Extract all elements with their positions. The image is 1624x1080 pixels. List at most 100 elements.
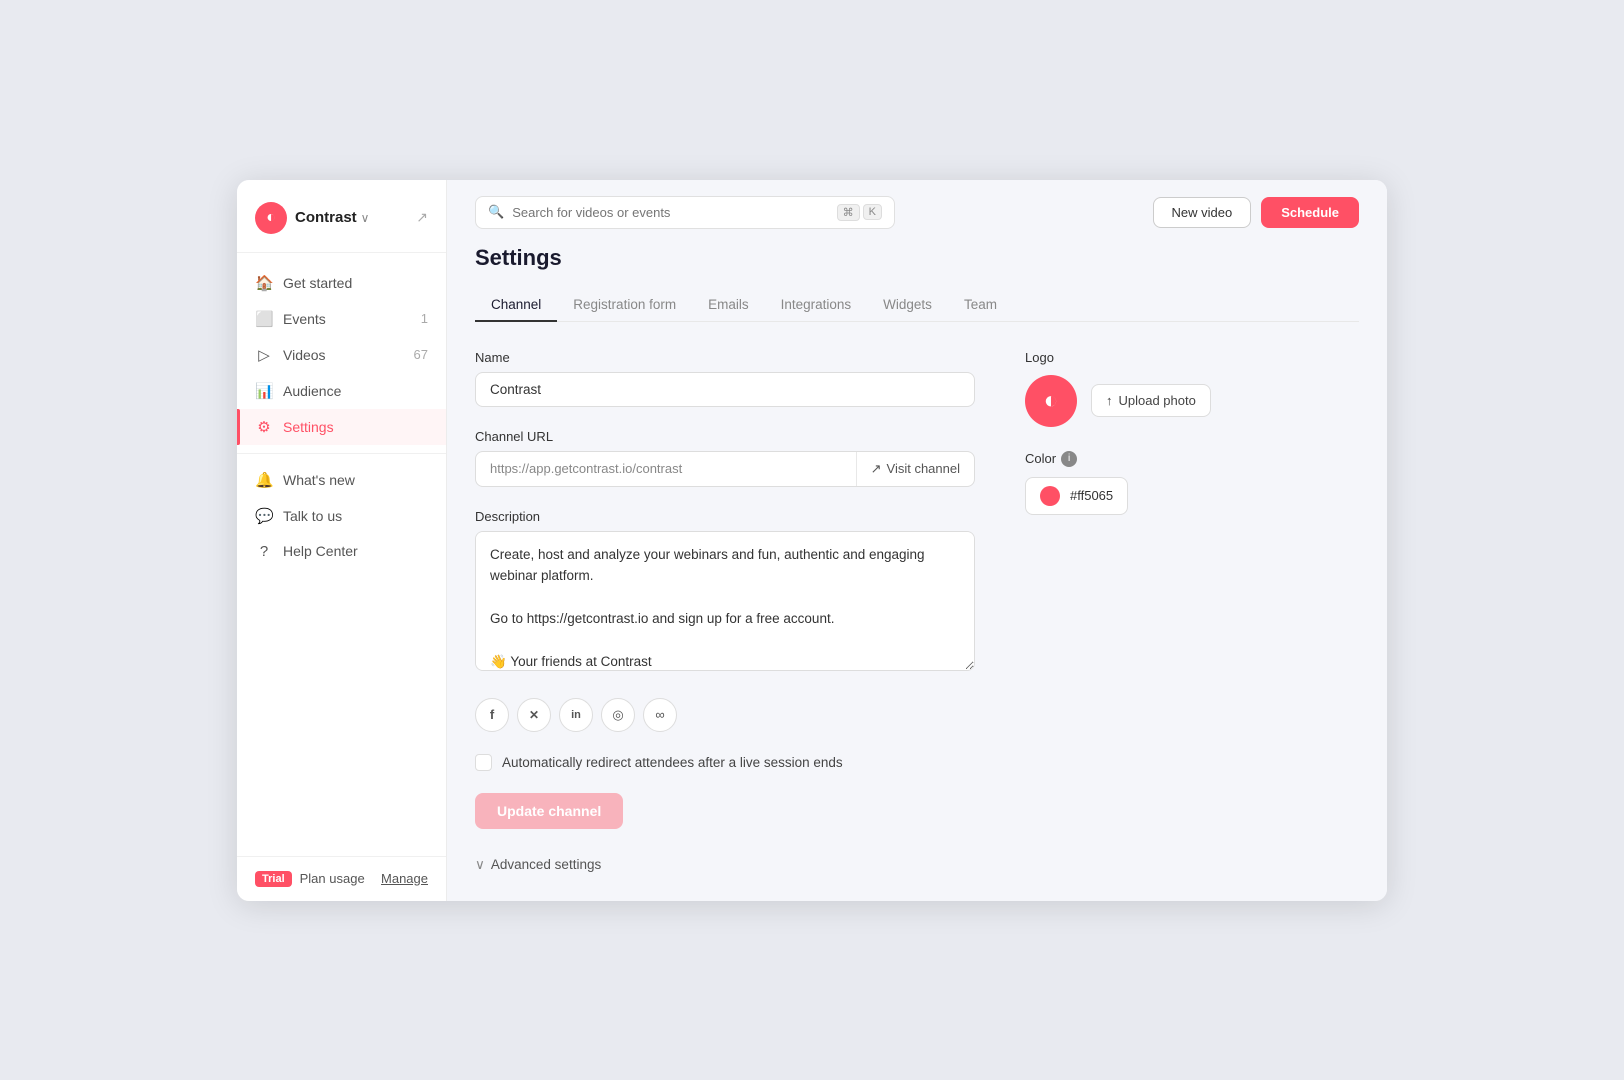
- sidebar-item-settings[interactable]: ⚙ Settings: [237, 409, 446, 445]
- facebook-social-button[interactable]: f: [475, 698, 509, 732]
- chevron-down-icon: ∨: [475, 857, 485, 873]
- social-icons-row: f ✕ in ◎ ∞: [475, 698, 975, 732]
- twitter-x-icon: ✕: [529, 708, 539, 722]
- tab-integrations[interactable]: Integrations: [765, 289, 868, 322]
- redirect-label: Automatically redirect attendees after a…: [502, 755, 843, 770]
- sidebar-item-videos[interactable]: ▷ Videos 67: [237, 337, 446, 373]
- events-icon: ⬜: [255, 310, 273, 328]
- name-form-group: Name: [475, 350, 975, 407]
- sidebar-item-label: Talk to us: [283, 508, 342, 524]
- channel-url-input[interactable]: [476, 452, 856, 485]
- sidebar-item-events[interactable]: ⬜ Events 1: [237, 301, 446, 337]
- logo-label: Logo: [1025, 350, 1245, 365]
- topbar: 🔍 ⌘ K New video Schedule: [447, 180, 1387, 245]
- new-video-button[interactable]: New video: [1153, 197, 1252, 228]
- help-icon: ?: [255, 543, 273, 560]
- color-hex-value: #ff5065: [1070, 488, 1113, 503]
- search-kbd-hint: ⌘ K: [837, 204, 882, 221]
- settings-tabs: Channel Registration form Emails Integra…: [475, 289, 1359, 322]
- logo-section: Logo ◐ ↑ Upload photo: [1025, 350, 1245, 427]
- sidebar-item-help-center[interactable]: ? Help Center: [237, 534, 446, 569]
- sidebar-logo[interactable]: ◐ Contrast ∨ ↗: [237, 180, 446, 253]
- facebook-icon: f: [490, 707, 494, 722]
- settings-form: Name Channel URL ↗ Visit channel: [475, 350, 1359, 873]
- visit-channel-button[interactable]: ↗ Visit channel: [856, 452, 974, 486]
- chat-icon: 💬: [255, 507, 273, 525]
- sidebar-item-talk-to-us[interactable]: 💬 Talk to us: [237, 498, 446, 534]
- link-social-button[interactable]: ∞: [643, 698, 677, 732]
- sidebar-item-label: Events: [283, 311, 326, 327]
- settings-icon: ⚙: [255, 418, 273, 436]
- bell-icon: 🔔: [255, 471, 273, 489]
- upload-photo-button[interactable]: ↑ Upload photo: [1091, 384, 1211, 417]
- tab-emails[interactable]: Emails: [692, 289, 765, 322]
- search-bar[interactable]: 🔍 ⌘ K: [475, 196, 895, 229]
- sidebar-external-link-icon[interactable]: ↗: [416, 209, 428, 226]
- home-icon: 🏠: [255, 274, 273, 292]
- color-label-row: Color i: [1025, 451, 1245, 467]
- app-brand-name: Contrast: [295, 209, 357, 226]
- sidebar-item-whats-new[interactable]: 🔔 What's new: [237, 462, 446, 498]
- upload-photo-label: Upload photo: [1119, 393, 1196, 408]
- tab-team[interactable]: Team: [948, 289, 1013, 322]
- description-form-group: Description Create, host and analyze you…: [475, 509, 975, 676]
- topbar-actions: New video Schedule: [1153, 197, 1360, 228]
- advanced-settings-row[interactable]: ∨ Advanced settings: [475, 857, 975, 873]
- brand-chevron-icon: ∨: [361, 211, 370, 225]
- content-area: Settings Channel Registration form Email…: [447, 245, 1387, 901]
- sidebar-item-label: Get started: [283, 275, 352, 291]
- color-info-icon: i: [1061, 451, 1077, 467]
- search-input[interactable]: [512, 205, 828, 220]
- channel-url-form-group: Channel URL ↗ Visit channel: [475, 429, 975, 487]
- name-label: Name: [475, 350, 975, 365]
- app-logo-icon: ◐: [255, 202, 287, 234]
- kbd-cmd: ⌘: [837, 204, 860, 221]
- description-textarea[interactable]: Create, host and analyze your webinars a…: [475, 531, 975, 671]
- sidebar: ◐ Contrast ∨ ↗ 🏠 Get started ⬜ Events 1 …: [237, 180, 447, 901]
- plan-usage-link[interactable]: Plan usage: [300, 871, 365, 886]
- tab-registration-form[interactable]: Registration form: [557, 289, 692, 322]
- twitter-social-button[interactable]: ✕: [517, 698, 551, 732]
- form-left-column: Name Channel URL ↗ Visit channel: [475, 350, 975, 873]
- tab-channel[interactable]: Channel: [475, 289, 557, 322]
- instagram-icon: ◎: [612, 707, 623, 723]
- sidebar-item-label: Settings: [283, 419, 334, 435]
- sidebar-item-label: Help Center: [283, 543, 358, 559]
- name-input[interactable]: [475, 372, 975, 407]
- logo-preview-row: ◐ ↑ Upload photo: [1025, 375, 1245, 427]
- sidebar-item-label: Audience: [283, 383, 341, 399]
- manage-link[interactable]: Manage: [381, 871, 428, 886]
- update-channel-button[interactable]: Update channel: [475, 793, 623, 829]
- sidebar-nav: 🏠 Get started ⬜ Events 1 ▷ Videos 67 📊 A…: [237, 253, 446, 856]
- sidebar-item-audience[interactable]: 📊 Audience: [237, 373, 446, 409]
- sidebar-bottom: Trial Plan usage Manage: [237, 856, 446, 901]
- videos-count: 67: [414, 347, 428, 362]
- color-section: Color i #ff5065: [1025, 451, 1245, 515]
- upload-icon: ↑: [1106, 393, 1113, 408]
- linkedin-social-button[interactable]: in: [559, 698, 593, 732]
- linkedin-icon: in: [571, 709, 581, 721]
- kbd-k: K: [863, 204, 882, 220]
- sidebar-item-get-started[interactable]: 🏠 Get started: [237, 265, 446, 301]
- redirect-checkbox[interactable]: [475, 754, 492, 771]
- color-label: Color: [1025, 451, 1056, 466]
- search-icon: 🔍: [488, 204, 504, 220]
- external-link-icon: ↗: [871, 461, 882, 477]
- instagram-social-button[interactable]: ◎: [601, 698, 635, 732]
- logo-preview: ◐: [1025, 375, 1077, 427]
- description-label: Description: [475, 509, 975, 524]
- audience-icon: 📊: [255, 382, 273, 400]
- channel-url-label: Channel URL: [475, 429, 975, 444]
- color-swatch: [1040, 486, 1060, 506]
- channel-url-input-row: ↗ Visit channel: [475, 451, 975, 487]
- schedule-button[interactable]: Schedule: [1261, 197, 1359, 228]
- main-area: 🔍 ⌘ K New video Schedule Settings Channe…: [447, 180, 1387, 901]
- tab-widgets[interactable]: Widgets: [867, 289, 948, 322]
- events-count: 1: [421, 311, 428, 326]
- advanced-settings-label: Advanced settings: [491, 857, 601, 872]
- videos-icon: ▷: [255, 346, 273, 364]
- color-picker-button[interactable]: #ff5065: [1025, 477, 1128, 515]
- trial-badge: Trial: [255, 871, 292, 887]
- form-right-column: Logo ◐ ↑ Upload photo Color: [1025, 350, 1245, 873]
- page-title: Settings: [475, 245, 1359, 271]
